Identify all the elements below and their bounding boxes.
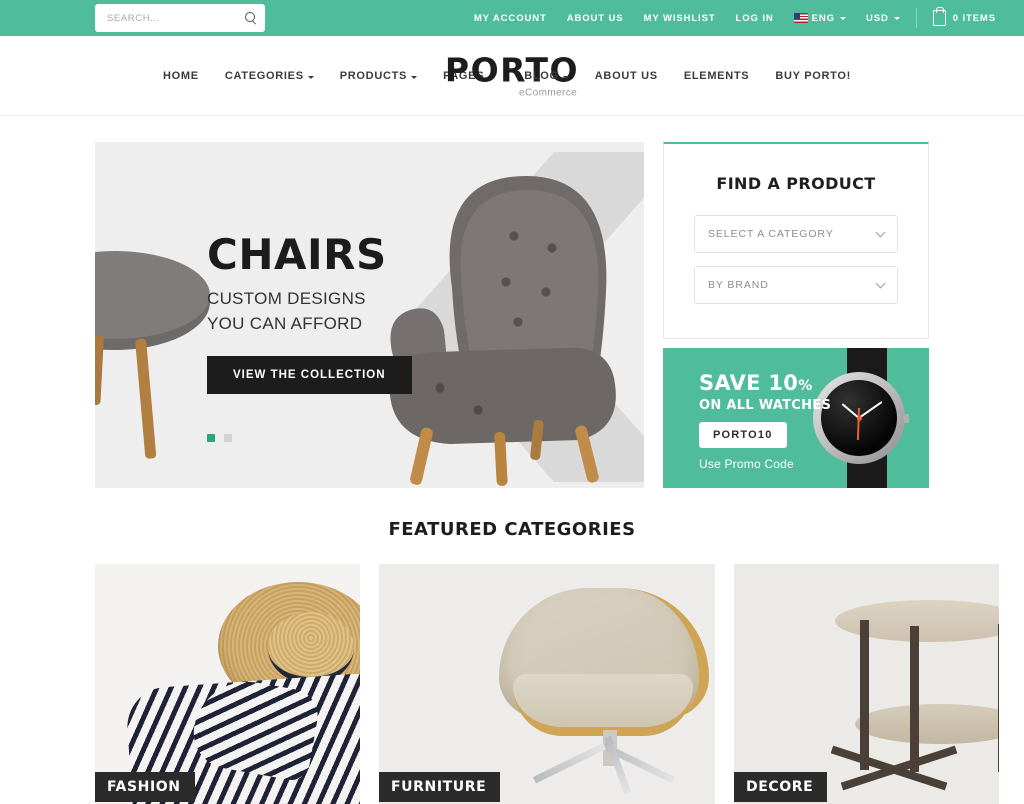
chevron-down-icon: [875, 278, 886, 289]
hero-subtitle-line-1: CUSTOM DESIGNS: [207, 289, 366, 308]
promo-note: Use Promo Code: [699, 457, 794, 471]
top-link-my-wishlist[interactable]: MY WISHLIST: [634, 0, 726, 36]
view-collection-button[interactable]: VIEW THE COLLECTION: [207, 356, 412, 395]
hero-text-block: CHAIRS CUSTOM DESIGNS YOU CAN AFFORD VIE…: [207, 230, 412, 395]
language-label: ENG: [811, 12, 835, 24]
cart-button[interactable]: 0 ITEMS: [923, 0, 1006, 36]
featured-categories-row: FASHION FURNITURE DECORE: [0, 540, 1024, 804]
side-table-shelf: [855, 704, 999, 744]
promo-text-block: SAVE 10% ON ALL WATCHES PORTO10 Use Prom…: [699, 373, 831, 471]
search-input[interactable]: [107, 12, 245, 24]
swivel-chair-seat: [513, 674, 693, 736]
nav-label: CATEGORIES: [224, 70, 304, 82]
divider: [915, 8, 917, 28]
nav-label: PRODUCTS: [339, 70, 408, 82]
swivel-chair-leg: [532, 742, 607, 784]
carousel-dots: [207, 434, 232, 442]
chevron-down-icon: [307, 75, 314, 79]
top-bar-nav: MY ACCOUNT ABOUT US MY WISHLIST LOG IN E…: [464, 0, 1024, 36]
hero-chair-left-image: [95, 251, 210, 459]
category-card-furniture[interactable]: FURNITURE: [379, 564, 715, 804]
category-select-value: SELECT A CATEGORY: [708, 228, 834, 240]
watch-minute-hand: [858, 401, 883, 419]
hero-title: CHAIRS: [207, 230, 387, 279]
nav-label: BUY PORTO!: [775, 70, 851, 82]
watch-center-pin: [856, 415, 862, 421]
nav-item-home[interactable]: HOME: [150, 70, 212, 82]
chevron-down-icon: [875, 227, 886, 238]
watch-second-hand: [857, 407, 860, 441]
category-card-decore[interactable]: DECORE: [734, 564, 999, 804]
side-table-leg: [910, 626, 919, 772]
hero-row: CHAIRS CUSTOM DESIGNS YOU CAN AFFORD VIE…: [0, 116, 1024, 488]
nav-label: HOME: [163, 70, 199, 82]
nav-item-about-us[interactable]: ABOUT US: [582, 70, 671, 82]
us-flag-icon: [793, 13, 808, 23]
search-box[interactable]: [95, 4, 265, 32]
category-label-fashion: FASHION: [95, 772, 195, 802]
carousel-dot-2[interactable]: [224, 434, 232, 442]
main-content: CHAIRS CUSTOM DESIGNS YOU CAN AFFORD VIE…: [0, 116, 1024, 804]
promo-banner[interactable]: SAVE 10% ON ALL WATCHES PORTO10 Use Prom…: [663, 348, 929, 488]
site-header: HOME CATEGORIES PRODUCTS PAGES PORTO eCo…: [0, 36, 1024, 116]
brand-select[interactable]: BY BRAND: [694, 266, 898, 304]
nav-item-products[interactable]: PRODUCTS: [327, 70, 430, 82]
watch-dial: [821, 380, 897, 456]
top-link-my-account[interactable]: MY ACCOUNT: [464, 0, 557, 36]
promo-code-badge[interactable]: PORTO10: [699, 422, 787, 448]
straw-hat-crown: [268, 612, 354, 684]
chevron-down-icon: [839, 17, 846, 20]
chevron-down-icon: [411, 75, 418, 79]
side-table-leg: [860, 620, 869, 770]
language-selector[interactable]: ENG: [784, 0, 856, 36]
top-link-about-us[interactable]: ABOUT US: [557, 0, 634, 36]
nav-item-elements[interactable]: ELEMENTS: [671, 70, 763, 82]
promo-subhead: ON ALL WATCHES: [699, 398, 832, 413]
carousel-dot-1[interactable]: [207, 434, 215, 442]
find-a-product-panel: FIND A PRODUCT SELECT A CATEGORY BY BRAN…: [663, 142, 929, 339]
nav-item-categories[interactable]: CATEGORIES: [212, 70, 327, 82]
main-nav-right: BLOG ABOUT US ELEMENTS BUY PORTO!: [511, 36, 864, 116]
nav-label: BLOG: [524, 70, 559, 82]
promo-percent: %: [798, 378, 813, 394]
featured-categories-title: FEATURED CATEGORIES: [388, 519, 636, 540]
currency-selector[interactable]: USD: [856, 0, 910, 36]
find-product-title: FIND A PRODUCT: [716, 174, 876, 193]
promo-headline: SAVE 10: [699, 371, 799, 395]
category-card-fashion[interactable]: FASHION: [95, 564, 360, 804]
chevron-down-icon: [562, 75, 569, 79]
category-select[interactable]: SELECT A CATEGORY: [694, 215, 898, 253]
watch-crown: [904, 414, 909, 423]
search-icon[interactable]: [245, 12, 257, 24]
top-bar: MY ACCOUNT ABOUT US MY WISHLIST LOG IN E…: [0, 0, 1024, 36]
brand-select-value: BY BRAND: [708, 279, 769, 291]
nav-item-buy-porto[interactable]: BUY PORTO!: [762, 70, 864, 82]
nav-item-blog[interactable]: BLOG: [511, 70, 582, 82]
sidebar: FIND A PRODUCT SELECT A CATEGORY BY BRAN…: [663, 142, 929, 488]
hero-slider[interactable]: CHAIRS CUSTOM DESIGNS YOU CAN AFFORD VIE…: [95, 142, 644, 488]
category-label-decore: DECORE: [734, 772, 828, 802]
currency-label: USD: [865, 12, 889, 24]
nav-label: ABOUT US: [594, 70, 658, 82]
cart-count-label: 0 ITEMS: [952, 12, 996, 24]
side-table-leg: [998, 624, 999, 772]
shopping-bag-icon: [932, 6, 946, 26]
hero-subtitle-line-2: YOU CAN AFFORD: [207, 314, 363, 334]
nav-label: ELEMENTS: [683, 70, 750, 82]
chevron-down-icon: [893, 17, 900, 20]
top-link-log-in[interactable]: LOG IN: [726, 0, 784, 36]
category-label-furniture: FURNITURE: [379, 772, 501, 802]
